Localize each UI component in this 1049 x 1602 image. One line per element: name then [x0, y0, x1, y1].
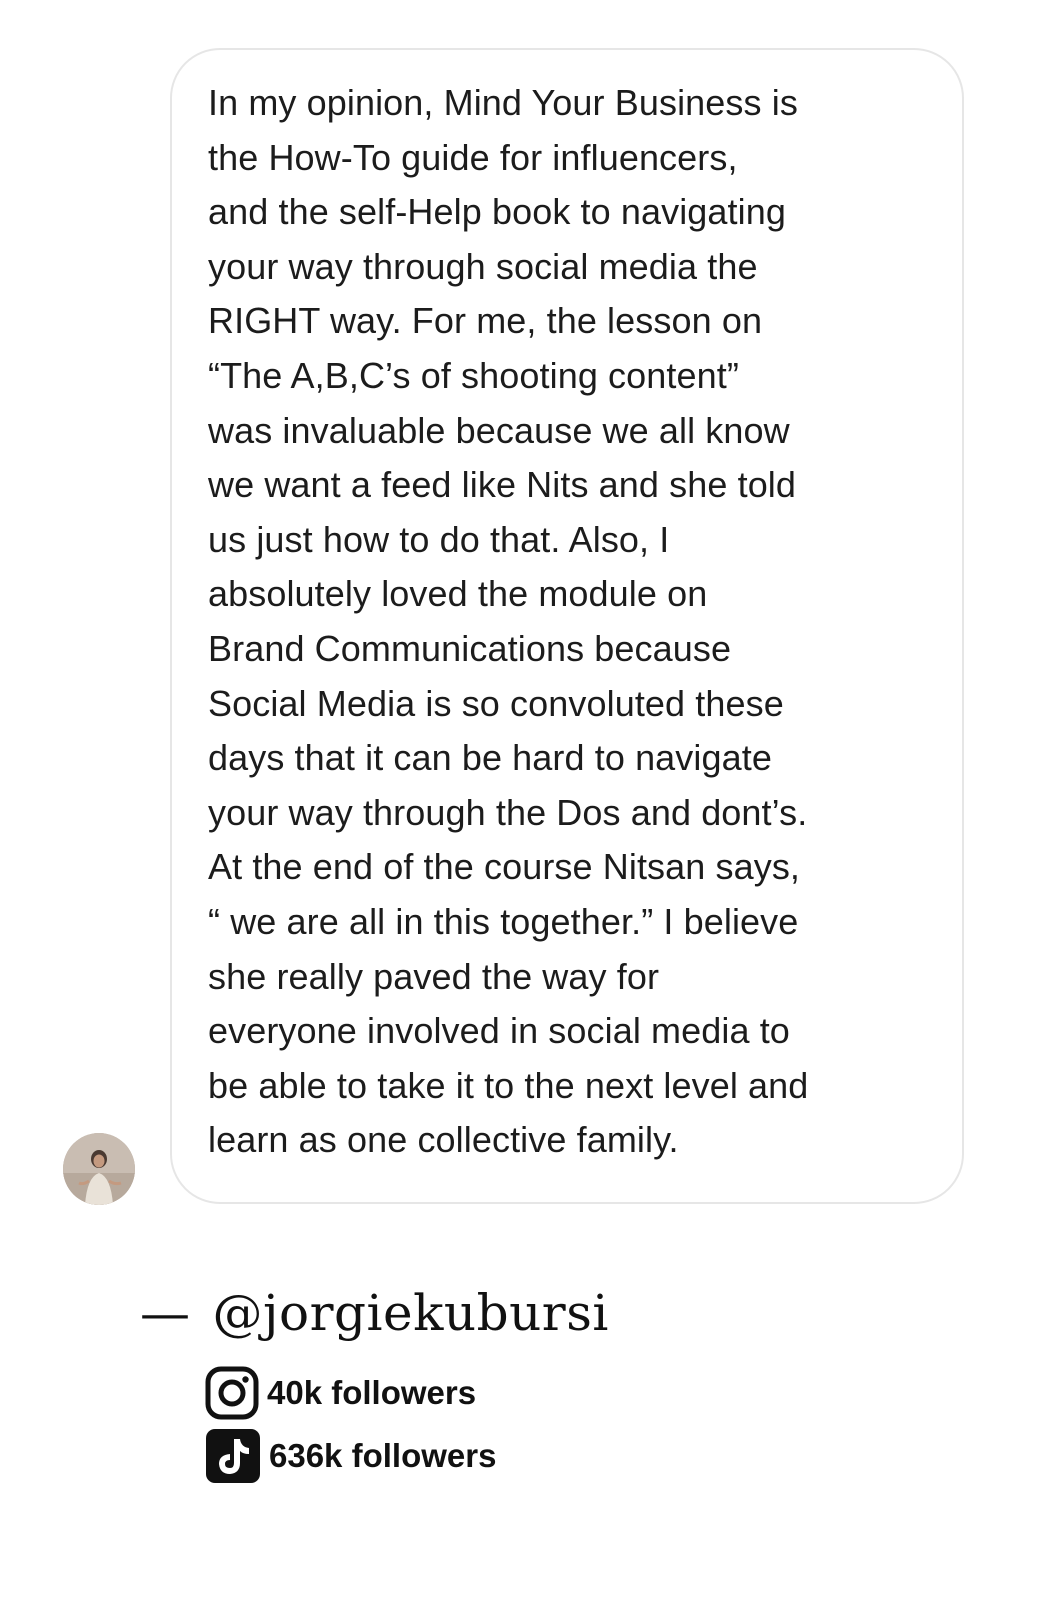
tiktok-followers: 636k followers	[269, 1437, 497, 1474]
message-line: “ we are all in this together.” I believ…	[208, 900, 799, 942]
instagram-icon	[205, 1366, 259, 1420]
instagram-stat: 40k followers	[205, 1366, 476, 1420]
instagram-followers: 40k followers	[267, 1374, 477, 1411]
message-line: be able to take it to the next level and	[208, 1064, 809, 1106]
message-line: was invaluable because we all know	[208, 409, 790, 451]
message-line: Brand Communications because	[208, 627, 732, 669]
tiktok-stat: 636k followers	[205, 1428, 496, 1484]
message-line: us just how to do that. Also, I	[208, 518, 670, 560]
message-line: “The A,B,C’s of shooting content”	[208, 354, 739, 396]
avatar[interactable]	[63, 1133, 135, 1205]
message-line: your way through the Dos and dont’s.	[208, 791, 808, 833]
message-line: your way through social media the	[208, 245, 758, 287]
message-line: everyone involved in social media to	[208, 1010, 790, 1052]
message-line: learn as one collective family.	[208, 1119, 679, 1161]
avatar-photo	[63, 1133, 135, 1205]
message-line: she really paved the way for	[208, 955, 660, 997]
message-line: absolutely loved the module on	[208, 573, 708, 615]
message-line: RIGHT way. For me, the lesson on	[208, 300, 763, 342]
message-line: In my opinion, Mind Your Business is	[208, 82, 798, 123]
message-line: Social Media is so convoluted these	[208, 682, 784, 724]
tiktok-icon	[206, 1429, 260, 1483]
message-line: and the self-Help book to navigating	[208, 191, 786, 233]
attribution-handle[interactable]: @jorgiekubursi	[213, 1284, 609, 1342]
attribution-dash: —	[140, 1284, 191, 1342]
message-line: days that it can be hard to navigate	[208, 737, 772, 779]
message-line: the How-To guide for influencers,	[208, 136, 738, 178]
message-line: At the end of the course Nitsan says,	[208, 846, 801, 888]
attribution: — @jorgiekubursi	[140, 1284, 609, 1342]
message-line: we want a feed like Nits and she told	[208, 464, 797, 506]
message-text: In my opinion, Mind Your Business is the…	[208, 76, 948, 1168]
